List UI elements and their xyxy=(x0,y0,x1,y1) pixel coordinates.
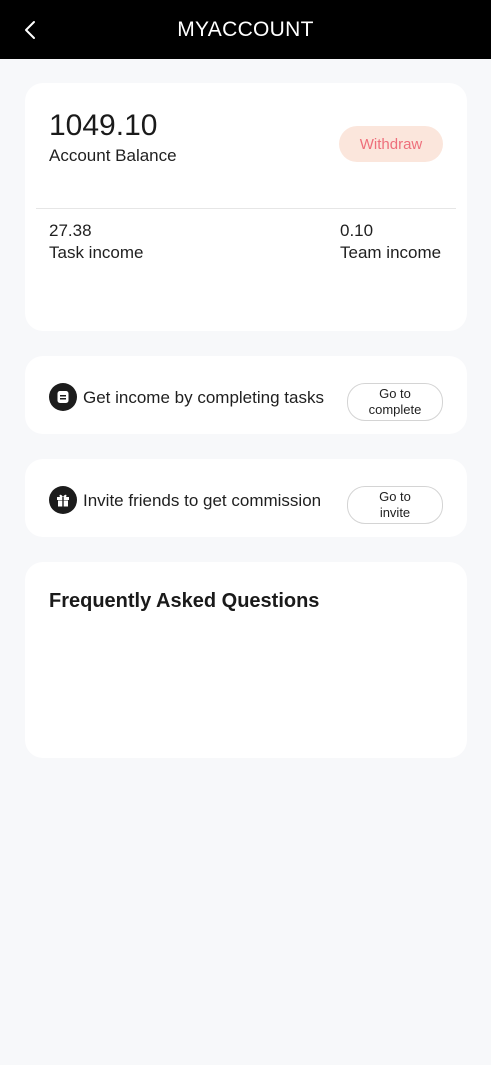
top-app-bar: MYACCOUNT xyxy=(0,0,491,59)
go-button-line1: Go to xyxy=(379,489,411,504)
gift-icon xyxy=(49,486,77,514)
team-income-label: Team income xyxy=(340,243,442,262)
faq-card: Frequently Asked Questions xyxy=(25,562,467,758)
divider xyxy=(36,208,456,209)
balance-value: 1049.10 xyxy=(49,109,158,142)
go-to-complete-button[interactable]: Go to complete xyxy=(347,383,443,421)
task-row-text: Get income by completing tasks xyxy=(83,388,324,407)
task-income-card: Get income by completing tasks Go to com… xyxy=(25,356,467,434)
account-balance-card: 1049.10 Account Balance Withdraw 27.38 T… xyxy=(25,83,467,331)
faq-title: Frequently Asked Questions xyxy=(49,590,320,612)
withdraw-button[interactable]: Withdraw xyxy=(339,126,443,162)
chevron-left-icon xyxy=(25,21,35,39)
task-list-icon xyxy=(49,383,77,411)
task-income-label: Task income xyxy=(49,243,144,262)
back-button[interactable] xyxy=(16,16,44,44)
go-button-line2: invite xyxy=(379,505,411,520)
go-to-invite-button[interactable]: Go to invite xyxy=(347,486,443,524)
team-income-value: 0.10 xyxy=(340,221,374,240)
page-title: MYACCOUNT xyxy=(177,17,314,41)
go-button-line2: complete xyxy=(368,402,422,417)
invite-row-text: Invite friends to get commission xyxy=(83,491,322,510)
task-income-value: 27.38 xyxy=(49,221,92,240)
go-button-line1: Go to xyxy=(379,386,411,401)
invite-commission-card: Invite friends to get commission Go to i… xyxy=(25,459,467,537)
balance-label: Account Balance xyxy=(49,146,177,165)
